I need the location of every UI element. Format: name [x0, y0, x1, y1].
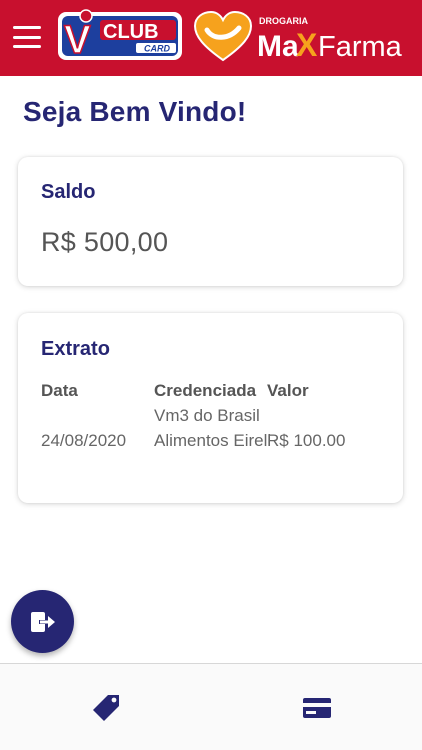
row-valor: R$ 100.00	[267, 431, 346, 450]
vclub-card-logo: V CLUB CARD	[58, 9, 182, 63]
saldo-card: Saldo R$ 500,00	[18, 157, 403, 286]
logout-button[interactable]	[11, 590, 74, 653]
nav-card-button[interactable]	[211, 664, 422, 750]
saldo-value: R$ 500,00	[41, 227, 169, 257]
extrato-card: Extrato Data Credenciada Valor 24/08/202…	[18, 313, 403, 503]
svg-text:X: X	[296, 27, 318, 63]
saldo-title: Saldo	[41, 181, 96, 203]
svg-text:V: V	[64, 18, 91, 62]
svg-text:Ma: Ma	[257, 30, 299, 63]
svg-text:DROGARIA: DROGARIA	[259, 16, 308, 26]
column-header-data: Data	[41, 381, 78, 400]
logout-icon	[30, 611, 55, 632]
bottom-nav	[0, 663, 422, 750]
column-header-credenciada: Credenciada	[154, 381, 257, 400]
max-farma-logo: DROGARIA Ma X Farma	[193, 10, 403, 63]
page-title: Seja Bem Vindo!	[23, 96, 247, 127]
svg-text:Farma: Farma	[318, 31, 403, 63]
row-credenciada: Vm3 do Brasil Alimentos Eireli	[154, 406, 272, 450]
row-date: 24/08/2020	[41, 431, 127, 450]
tag-icon	[92, 694, 119, 721]
nav-offers-button[interactable]	[0, 664, 211, 750]
credit-card-icon	[302, 697, 331, 718]
svg-text:CLUB: CLUB	[103, 21, 159, 43]
svg-text:CARD: CARD	[144, 44, 170, 54]
app-header: V CLUB CARD DROGARIA Ma X Farma	[0, 0, 422, 76]
extrato-title: Extrato	[41, 338, 110, 360]
column-header-valor: Valor	[267, 381, 309, 400]
menu-icon[interactable]	[13, 26, 41, 48]
